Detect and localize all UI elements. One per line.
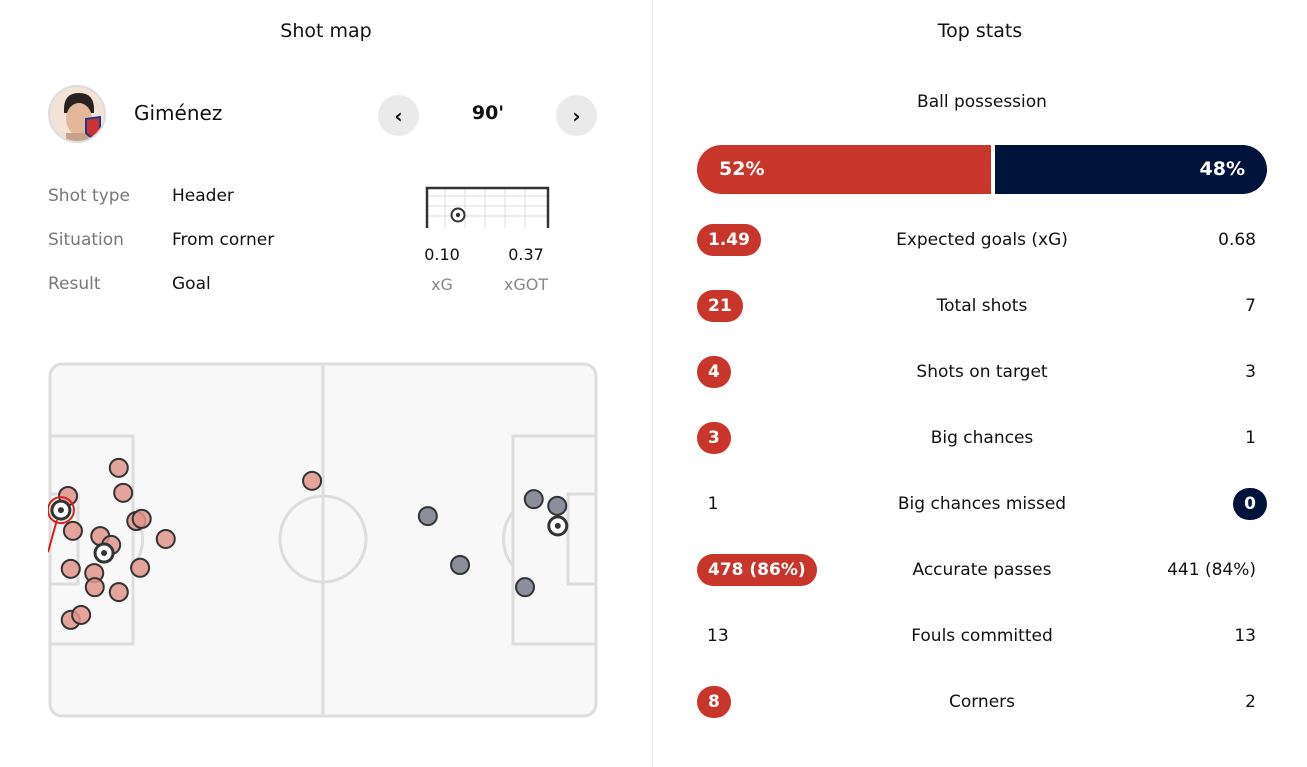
- stat-away-value: 2: [1245, 692, 1256, 712]
- shot-home[interactable]: [84, 577, 105, 598]
- shot-away[interactable]: [547, 495, 568, 516]
- stat-row: 4 Shots on target 3: [697, 352, 1267, 392]
- chevron-right-icon: ›: [572, 103, 581, 128]
- shot-home[interactable]: [108, 582, 129, 603]
- player-name[interactable]: Giménez: [134, 101, 222, 125]
- stat-label: Big chances: [930, 428, 1034, 448]
- stat-row: 1 Big chances missed 0: [697, 484, 1267, 524]
- detail-value: Header: [172, 186, 234, 206]
- stat-row: 3 Big chances 1: [697, 418, 1267, 458]
- stat-away-value: 0.68: [1218, 230, 1256, 250]
- stat-label: Shots on target: [916, 362, 1048, 382]
- possession-away: 48%: [995, 145, 1267, 194]
- xg-label: xG: [431, 275, 453, 294]
- stat-away-value: 3: [1245, 362, 1256, 382]
- goal-frame-icon: [425, 186, 550, 228]
- shot-away[interactable]: [450, 554, 471, 575]
- detail-label: Shot type: [48, 186, 131, 206]
- possession-home: 52%: [697, 145, 992, 194]
- stat-away-value: 1: [1245, 428, 1256, 448]
- shot-home[interactable]: [113, 482, 134, 503]
- shot-home[interactable]: [155, 528, 176, 549]
- stat-label: Big chances missed: [897, 494, 1067, 514]
- stat-row: 21 Total shots 7: [697, 286, 1267, 326]
- shot-home[interactable]: [71, 604, 92, 625]
- stat-label: Total shots: [936, 296, 1028, 316]
- chevron-left-icon: ‹: [394, 103, 403, 128]
- previous-shot-button[interactable]: ‹: [378, 95, 419, 136]
- shot-map-pitch: [48, 362, 598, 718]
- shot-home[interactable]: [60, 558, 81, 579]
- shot-map-title: Shot map: [280, 20, 372, 42]
- shot-home[interactable]: [131, 508, 152, 529]
- shot-away[interactable]: [523, 489, 544, 510]
- goal-ball-center: [101, 550, 108, 557]
- shot-home[interactable]: [302, 470, 323, 491]
- stat-label: Corners: [948, 692, 1016, 712]
- shot-away[interactable]: [515, 577, 536, 598]
- panel-divider: [652, 0, 653, 767]
- shot-home[interactable]: [62, 520, 83, 541]
- top-stats-title: Top stats: [937, 20, 1023, 42]
- xgot-label: xGOT: [503, 275, 549, 294]
- stat-away-value: 441 (84%): [1167, 560, 1256, 580]
- detail-value: From corner: [172, 230, 275, 250]
- detail-label: Result: [48, 274, 101, 294]
- goal-ball-center: [554, 522, 561, 529]
- shot-away[interactable]: [417, 506, 438, 527]
- xg-value: 0.10: [424, 245, 460, 264]
- shot-home[interactable]: [108, 457, 129, 478]
- stat-away-value: 13: [1234, 626, 1256, 646]
- stat-row: 1.49 Expected goals (xG) 0.68: [697, 220, 1267, 260]
- detail-label: Situation: [48, 230, 124, 250]
- shot-minute: 90': [471, 102, 505, 124]
- shot-home[interactable]: [130, 557, 151, 578]
- stat-row: 8 Corners 2: [697, 682, 1267, 722]
- detail-value: Goal: [172, 274, 211, 294]
- stat-away-value: 7: [1245, 296, 1256, 316]
- possession-label: Ball possession: [917, 92, 1047, 112]
- player-avatar[interactable]: [48, 85, 106, 143]
- possession-bar: 52% 48%: [697, 145, 1267, 194]
- next-shot-button[interactable]: ›: [556, 95, 597, 136]
- xgot-value: 0.37: [508, 245, 544, 264]
- stat-label: Fouls committed: [911, 626, 1053, 646]
- stat-away-value: 0: [1233, 488, 1267, 520]
- goal-ball-center: [57, 507, 64, 514]
- stat-row: 478 (86%) Accurate passes 441 (84%): [697, 550, 1267, 590]
- stat-row: 13 Fouls committed 13: [697, 616, 1267, 656]
- stat-label: Expected goals (xG): [896, 230, 1068, 250]
